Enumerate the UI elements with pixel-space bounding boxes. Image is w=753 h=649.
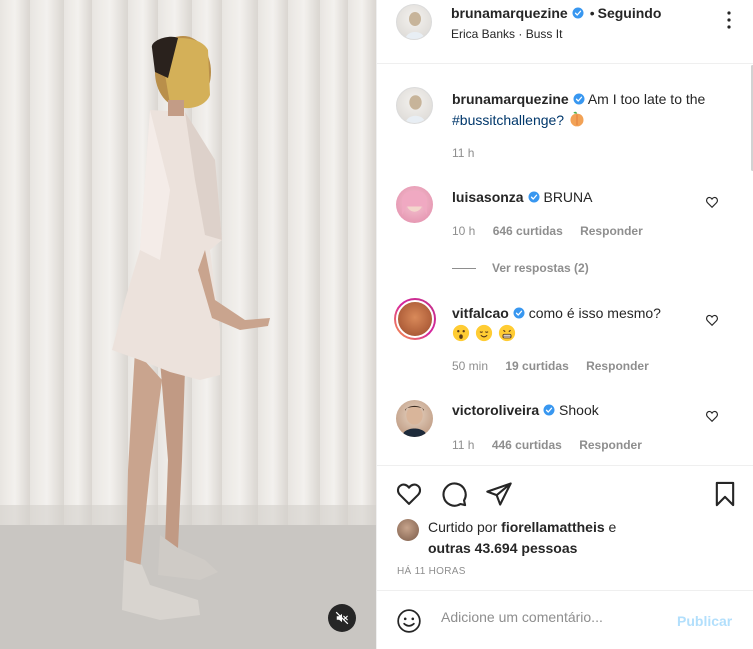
caption-text: brunamarquezine Am I too late to the #bu…: [452, 89, 717, 131]
publish-button[interactable]: Publicar: [677, 613, 732, 629]
comment-meta: 50 min 19 curtidas Responder: [452, 359, 649, 373]
comment-username[interactable]: victoroliveira: [452, 402, 539, 418]
likes-connector: e: [608, 519, 617, 535]
audio-track[interactable]: Erica Banks · Buss It: [451, 27, 562, 41]
speaker-muted-icon: [335, 611, 349, 625]
comment-likes[interactable]: 446 curtidas: [492, 438, 562, 452]
avatar-photo: [396, 300, 434, 338]
grimacing-face-emoji: [498, 324, 515, 342]
comment-time[interactable]: 50 min: [452, 359, 488, 373]
verified-badge-icon: [573, 93, 585, 105]
author-avatar[interactable]: [396, 4, 432, 40]
comment-time[interactable]: 11 h: [452, 438, 474, 452]
relieved-face-emoji: [475, 324, 492, 342]
comment-input[interactable]: [441, 609, 661, 625]
comment-body: BRUNA: [543, 189, 593, 205]
avatar-photo: [405, 95, 426, 123]
avatar-photo: [402, 190, 427, 215]
audio-separator: ·: [518, 27, 523, 41]
commenter-avatar[interactable]: [396, 400, 433, 437]
comment-meta: 11 h 446 curtidas Responder: [452, 438, 642, 452]
peach-emoji: [570, 111, 584, 127]
post-details-panel: brunamarquezine • Seguindo Erica Banks · B…: [376, 0, 753, 649]
likes-text: Curtido por fiorellamattheis e outras 43…: [428, 517, 728, 559]
post-actions: Curtido por fiorellamattheis e outras 43…: [377, 465, 753, 590]
reply-button[interactable]: Responder: [579, 438, 642, 452]
comment-meta: 10 h 646 curtidas Responder: [452, 224, 643, 238]
smiley-icon[interactable]: [396, 608, 422, 634]
comment-composer: Publicar: [377, 590, 753, 649]
caption-username[interactable]: brunamarquezine: [452, 91, 569, 107]
astonished-face-emoji: [452, 324, 470, 342]
commenter-avatar[interactable]: [394, 298, 436, 340]
likes-others-link[interactable]: outras 43.694 pessoas: [428, 540, 577, 556]
reply-button[interactable]: Responder: [580, 224, 643, 238]
comments-list[interactable]: brunamarquezine Am I too late to the #bu…: [377, 65, 753, 465]
comment-body: Shook: [559, 402, 599, 418]
heart-icon[interactable]: [395, 480, 423, 508]
paper-plane-icon[interactable]: [485, 480, 513, 508]
reply-button[interactable]: Responder: [586, 359, 649, 373]
comment-username[interactable]: vitfalcao: [452, 305, 509, 321]
more-options-icon[interactable]: [717, 8, 741, 32]
likes-prefix: Curtido por: [428, 519, 498, 535]
view-replies-button[interactable]: Ver respostas (2): [452, 261, 589, 275]
replies-divider: [452, 268, 476, 270]
header-title-row: brunamarquezine • Seguindo: [451, 5, 661, 21]
dancer-figure: [112, 36, 270, 620]
comment-text: luisasonza BRUNA: [452, 187, 717, 208]
post-timestamp[interactable]: HÁ 11 HORAS: [397, 566, 466, 577]
bookmark-icon[interactable]: [711, 480, 739, 508]
comment-icon[interactable]: [440, 480, 468, 508]
liker-avatar[interactable]: [397, 519, 419, 541]
comment-likes[interactable]: 646 curtidas: [493, 224, 563, 238]
post-video[interactable]: [0, 0, 376, 649]
view-replies-label[interactable]: Ver respostas (2): [492, 261, 589, 275]
comment-likes[interactable]: 19 curtidas: [505, 359, 568, 373]
liker-username[interactable]: fiorellamattheis: [501, 519, 604, 535]
post-header: brunamarquezine • Seguindo Erica Banks · B…: [377, 0, 753, 64]
avatar-photo: [405, 12, 425, 39]
comment-time[interactable]: 10 h: [452, 224, 475, 238]
comment-like-heart-icon[interactable]: [705, 313, 719, 327]
comment-text: vitfalcao como é isso mesmo?: [452, 303, 717, 345]
comment-item: victoroliveira Shook 11 h 446 curtidas R…: [377, 388, 737, 465]
caption-avatar[interactable]: [396, 87, 433, 124]
comment-like-heart-icon[interactable]: [705, 409, 719, 423]
separator-dot: •: [589, 5, 595, 21]
comment-body: como é isso mesmo?: [528, 305, 661, 321]
mute-toggle-button[interactable]: [328, 604, 356, 632]
verified-badge-icon: [572, 7, 584, 19]
verified-badge-icon: [528, 191, 540, 203]
verified-badge-icon: [513, 307, 525, 319]
avatar-photo: [402, 405, 427, 437]
audio-title[interactable]: Buss It: [526, 27, 563, 41]
comment-like-heart-icon[interactable]: [705, 195, 719, 209]
post-caption: brunamarquezine Am I too late to the #bu…: [377, 65, 737, 175]
following-button[interactable]: Seguindo: [598, 5, 662, 21]
comment-text: victoroliveira Shook: [452, 400, 717, 421]
author-username[interactable]: brunamarquezine: [451, 5, 568, 21]
caption-hashtag[interactable]: #bussitchallenge?: [452, 112, 564, 128]
caption-body: Am I too late to the: [587, 91, 706, 107]
comment-item: vitfalcao como é isso mesmo? 50 min 19 c…: [377, 293, 737, 393]
verified-badge-icon: [543, 404, 555, 416]
comment-item: luisasonza BRUNA 10 h 646 curtidas Respo…: [377, 175, 737, 275]
caption-time: 11 h: [452, 146, 475, 160]
comment-username[interactable]: luisasonza: [452, 189, 524, 205]
audio-artist[interactable]: Erica Banks: [451, 27, 515, 41]
commenter-avatar[interactable]: [396, 186, 433, 223]
